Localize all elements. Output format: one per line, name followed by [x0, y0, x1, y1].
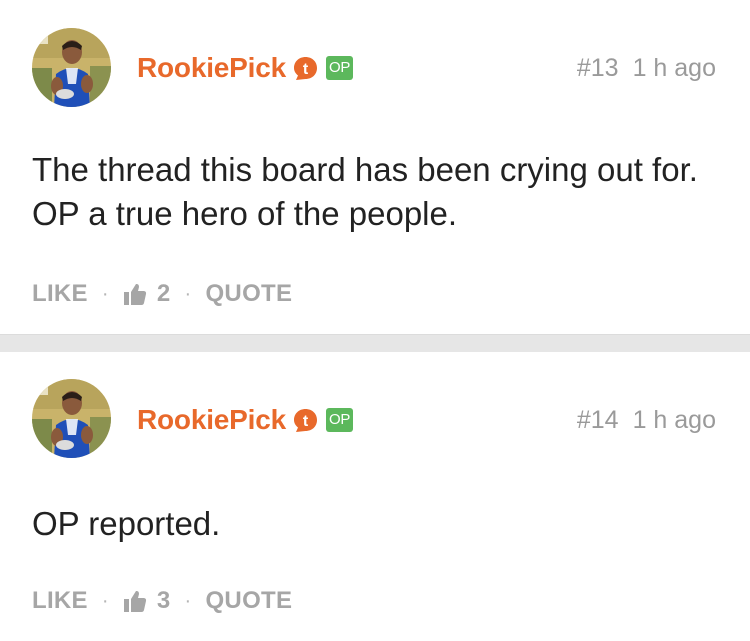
avatar[interactable]	[32, 379, 111, 458]
avatar-image	[32, 28, 111, 107]
post-meta: #14 1 h ago	[577, 403, 716, 437]
post-body: OP reported.	[32, 505, 221, 542]
post-number[interactable]: #13	[577, 54, 619, 83]
author-row: RookiePick t OP	[137, 403, 354, 437]
post: RookiePick t OP #13 1 h ago The thread t…	[0, 0, 750, 334]
post-actions: LIKE · 3 · QUOTE	[32, 586, 292, 616]
post-timestamp: 1 h ago	[632, 53, 716, 82]
thumbs-up-icon	[123, 282, 147, 306]
username[interactable]: RookiePick	[137, 52, 286, 84]
post-separator	[0, 334, 750, 352]
avatar-image	[32, 379, 111, 458]
like-count: 2	[156, 280, 171, 307]
t-badge-icon: t	[293, 408, 318, 433]
quote-button[interactable]: QUOTE	[205, 587, 292, 615]
separator-dot: ·	[184, 589, 192, 612]
t-badge-letter: t	[303, 413, 309, 430]
separator-dot: ·	[101, 282, 109, 305]
like-count: 3	[156, 587, 171, 614]
avatar[interactable]	[32, 28, 111, 107]
t-badge-letter: t	[303, 61, 309, 78]
post-actions: LIKE · 2 · QUOTE	[32, 279, 292, 309]
quote-button[interactable]: QUOTE	[205, 280, 292, 308]
like-button[interactable]: LIKE	[32, 587, 88, 615]
post-meta: #13 1 h ago	[577, 51, 716, 85]
username[interactable]: RookiePick	[137, 404, 286, 436]
separator-dot: ·	[184, 282, 192, 305]
separator-dot: ·	[101, 589, 109, 612]
thumbs-up-icon	[123, 589, 147, 613]
op-badge: OP	[325, 408, 354, 432]
post-number[interactable]: #14	[577, 406, 619, 435]
post-timestamp: 1 h ago	[632, 405, 716, 434]
t-badge-icon: t	[293, 56, 318, 81]
post: RookiePick t OP #14 1 h ago OP reported.…	[0, 352, 750, 641]
post-body: The thread this board has been crying ou…	[32, 151, 698, 232]
like-button[interactable]: LIKE	[32, 280, 88, 308]
author-row: RookiePick t OP	[137, 51, 354, 85]
op-badge: OP	[325, 56, 354, 80]
